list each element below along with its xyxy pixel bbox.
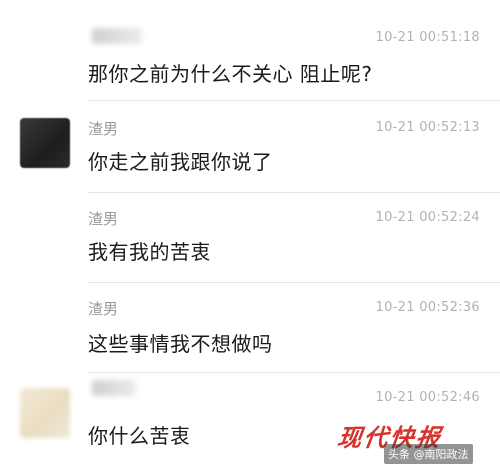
message-time: 10-21 00:52:13 [375, 120, 480, 135]
message-text: 这些事情我不想做吗 [88, 332, 273, 356]
watermark-source: 头条 @南阳政法 [384, 444, 473, 464]
message-time: 10-21 00:52:36 [375, 300, 480, 315]
sender-name-blurred [92, 28, 142, 44]
sender-name: 渣男 [88, 210, 119, 228]
chat-message: 渣男 10-21 00:52:36 这些事情我不想做吗 [0, 282, 500, 372]
message-time: 10-21 00:52:24 [375, 210, 480, 225]
message-text: 我有我的苦衷 [88, 240, 211, 264]
chat-history-list[interactable]: 10-21 00:51:18 那你之前为什么不关心 阻止呢? 渣男 10-21 … [0, 0, 500, 475]
message-text: 你走之前我跟你说了 [88, 150, 273, 174]
sender-name: 渣男 [88, 300, 119, 318]
chat-message: 渣男 10-21 00:52:13 你走之前我跟你说了 [0, 100, 500, 192]
avatar[interactable] [20, 118, 70, 168]
chat-message: 10-21 00:51:18 那你之前为什么不关心 阻止呢? [0, 0, 500, 86]
watermark: 现代快报 头条 @南阳政法 [336, 418, 488, 468]
chat-message: 渣男 10-21 00:52:24 我有我的苦衷 [0, 192, 500, 282]
message-text: 那你之前为什么不关心 阻止呢? [88, 62, 373, 86]
message-text: 你什么苦衷 [88, 424, 191, 448]
message-time: 10-21 00:51:18 [375, 30, 480, 45]
message-time: 10-21 00:52:46 [375, 390, 480, 405]
sender-name: 渣男 [88, 120, 119, 138]
sender-name-blurred [92, 380, 136, 396]
avatar[interactable] [20, 388, 70, 438]
